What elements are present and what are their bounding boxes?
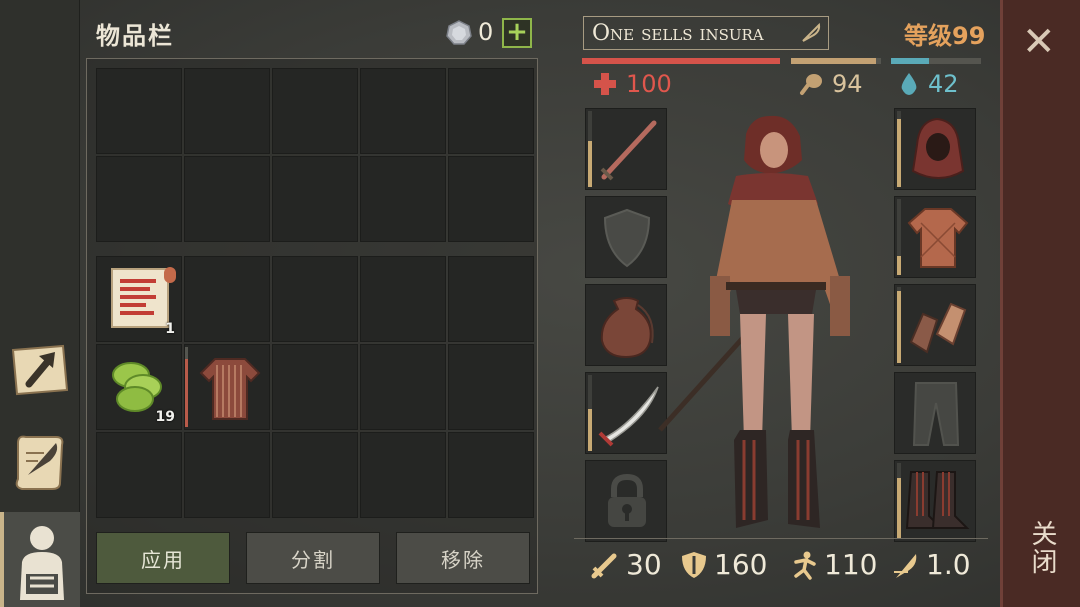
- speed-value: 110: [824, 548, 878, 581]
- speed-stat: 110: [788, 548, 877, 581]
- pants-icon: [912, 382, 960, 446]
- close-panel[interactable]: [1000, 0, 1080, 607]
- inventory-slot[interactable]: [272, 432, 358, 518]
- inventory-slot[interactable]: [96, 432, 182, 518]
- inventory-slot[interactable]: [184, 68, 270, 154]
- hunger-bar: [791, 58, 881, 64]
- character-name-box[interactable]: One sells insura: [583, 16, 829, 50]
- durability-bar: [185, 347, 188, 427]
- character-backpack-icon: [20, 526, 64, 600]
- crafting-tab[interactable]: [6, 336, 74, 404]
- apply-button[interactable]: 应用: [96, 532, 230, 584]
- inventory-slot[interactable]: [360, 432, 446, 518]
- inventory-slot[interactable]: [448, 344, 534, 430]
- silver-coin-icon: [446, 20, 472, 45]
- inventory-slot[interactable]: [272, 156, 358, 242]
- inventory-slot[interactable]: [184, 432, 270, 518]
- inventory-slot[interactable]: [448, 68, 534, 154]
- inventory-slot[interactable]: [360, 344, 446, 430]
- health-cross-icon: [594, 73, 616, 95]
- split-button[interactable]: 分割: [246, 532, 380, 584]
- inventory-slot[interactable]: [360, 256, 446, 342]
- character-name: One sells insura: [592, 20, 764, 46]
- inventory-slot[interactable]: [184, 156, 270, 242]
- boots-icon: [905, 471, 970, 529]
- remove-button[interactable]: 移除: [396, 532, 530, 584]
- durability-bar: [897, 199, 901, 275]
- item-quantity: 1: [165, 321, 175, 337]
- health-stat: 100: [592, 70, 672, 98]
- hood-icon: [911, 117, 965, 179]
- defense-stat: 160: [680, 548, 767, 581]
- inventory-slot[interactable]: [448, 156, 534, 242]
- head-slot[interactable]: [894, 108, 976, 190]
- feet-slot[interactable]: [894, 460, 976, 542]
- quill-edit-icon[interactable]: [800, 22, 822, 44]
- defense-value: 160: [714, 548, 768, 581]
- chainmail-shirt-icon: [199, 358, 261, 420]
- inventory-slot[interactable]: 1: [96, 256, 182, 342]
- add-currency-button[interactable]: +: [502, 18, 532, 48]
- hunger-value: 94: [832, 70, 863, 98]
- drumstick-icon: [800, 74, 822, 95]
- inventory-grid-top: [96, 68, 534, 242]
- inventory-slot[interactable]: 19: [96, 344, 182, 430]
- close-icon[interactable]: ✕: [1022, 22, 1056, 62]
- thirst-stat: 42: [898, 70, 959, 98]
- inventory-slot[interactable]: [272, 68, 358, 154]
- quilted-tunic-icon: [907, 208, 969, 268]
- inventory-slot[interactable]: [184, 256, 270, 342]
- inventory-grid-bottom: 1 19: [96, 256, 534, 518]
- character-level: 等级99: [904, 22, 986, 50]
- journal-tab[interactable]: [6, 428, 74, 496]
- health-value: 100: [626, 70, 672, 98]
- inventory-slot[interactable]: [272, 256, 358, 342]
- armor-shield-icon: [682, 551, 706, 578]
- thirst-value: 42: [928, 70, 959, 98]
- hunger-stat: 94: [798, 70, 863, 98]
- durability-bar: [897, 111, 901, 187]
- water-drop-icon: [901, 73, 917, 95]
- hands-slot[interactable]: [894, 284, 976, 366]
- attack-value: 30: [626, 548, 662, 581]
- side-tab-rail: [0, 0, 80, 607]
- legs-slot[interactable]: [894, 372, 976, 454]
- inventory-title: 物品栏: [96, 22, 174, 50]
- weight-stat: 1.0: [892, 548, 971, 581]
- body-slot[interactable]: [894, 196, 976, 278]
- inventory-slot[interactable]: [96, 68, 182, 154]
- inventory-slot[interactable]: [360, 156, 446, 242]
- inventory-tab[interactable]: [0, 512, 80, 607]
- health-bar: [582, 58, 780, 64]
- sword-attack-icon: [591, 553, 617, 578]
- close-label[interactable]: 关闭: [1024, 520, 1061, 576]
- item-quantity: 19: [155, 409, 175, 425]
- inventory-slot[interactable]: [448, 432, 534, 518]
- currency-count: 0: [478, 18, 494, 46]
- inventory-slot[interactable]: [360, 68, 446, 154]
- inventory-slot[interactable]: [96, 156, 182, 242]
- feather-weight-icon: [894, 553, 917, 578]
- running-man-icon: [794, 551, 816, 580]
- inventory-slot[interactable]: [448, 256, 534, 342]
- inventory-slot[interactable]: [272, 344, 358, 430]
- character-model: [658, 115, 850, 528]
- gloves-icon: [909, 302, 967, 354]
- thirst-bar: [891, 58, 981, 64]
- hammer-map-icon: [11, 344, 69, 396]
- attack-stat: 30: [590, 548, 662, 581]
- scroll-quill-icon: [15, 435, 64, 490]
- inventory-slot[interactable]: [184, 344, 270, 430]
- weight-value: 1.0: [926, 548, 971, 581]
